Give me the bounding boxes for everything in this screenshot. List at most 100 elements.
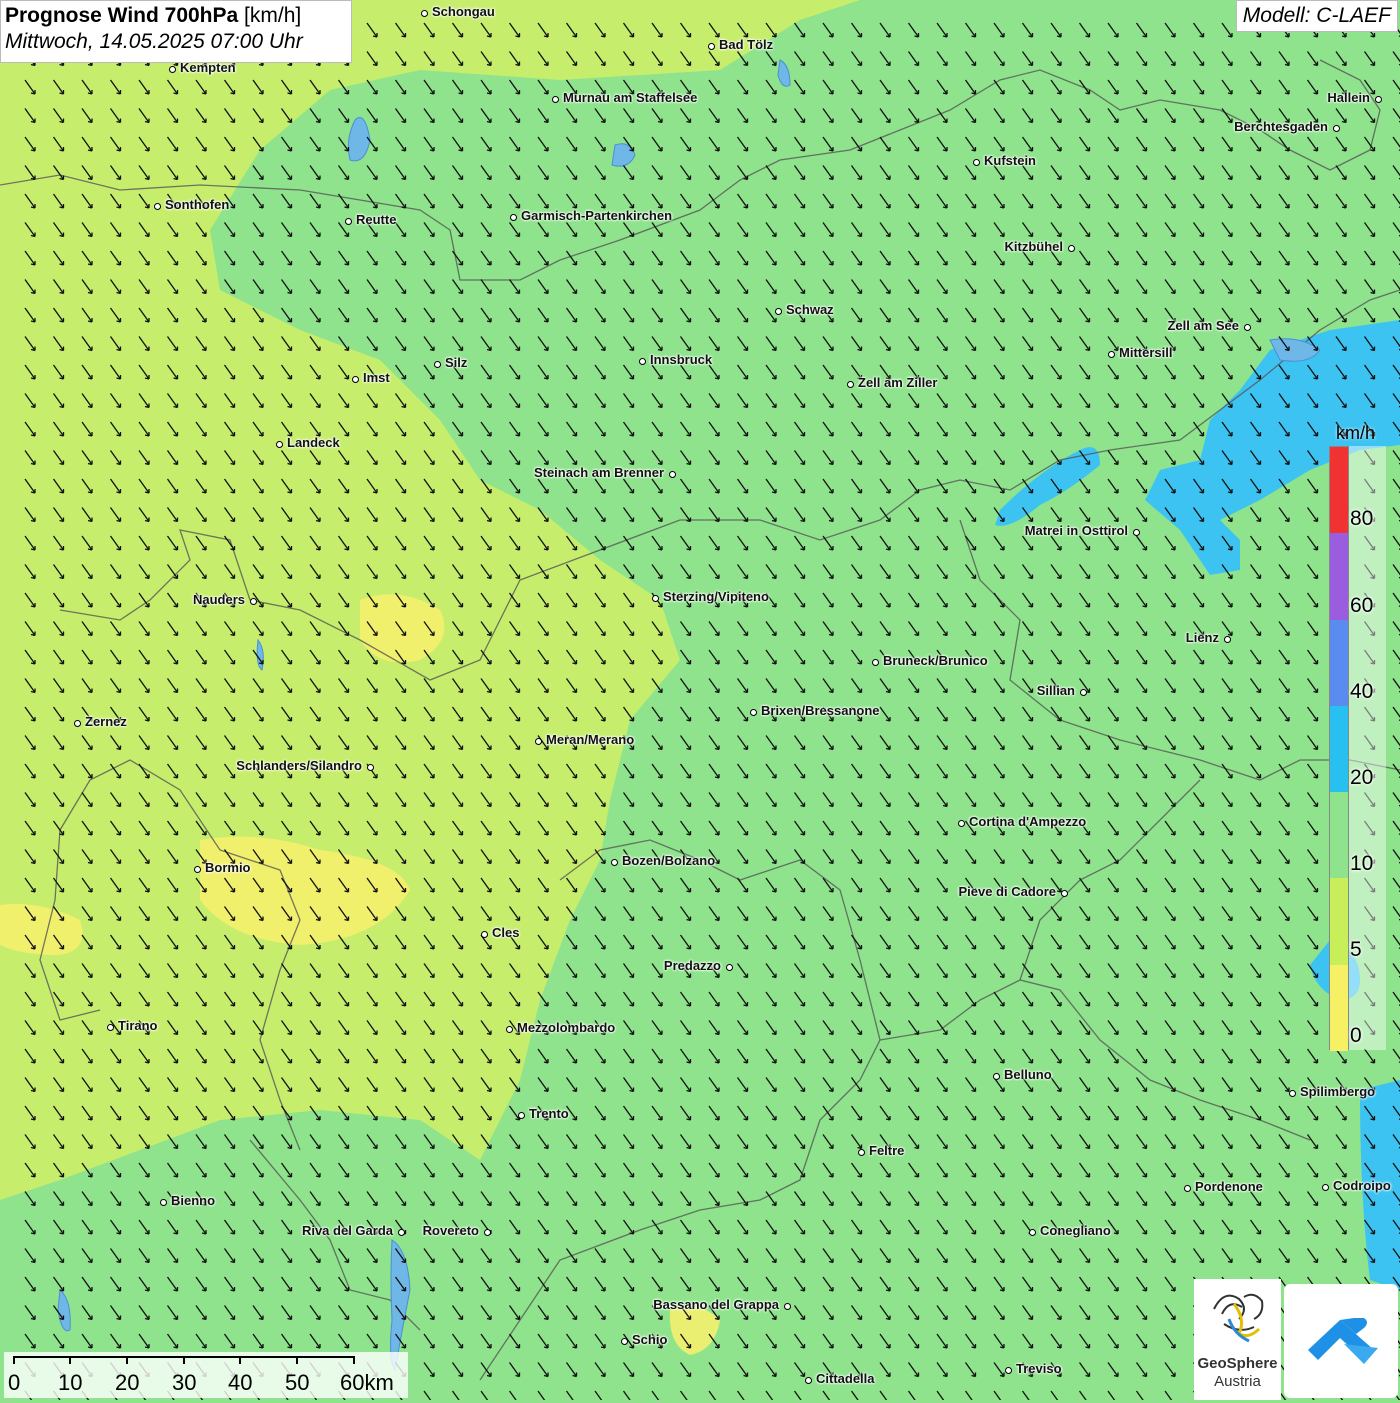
city-label-pordenone: Pordenone bbox=[1195, 1179, 1263, 1194]
city-label-belluno: Belluno bbox=[1004, 1067, 1052, 1082]
city-label-matrei-in-osttirol: Matrei in Osttirol bbox=[1024, 523, 1128, 538]
city-marker-conegliano bbox=[1028, 1228, 1036, 1236]
city-marker-bienno bbox=[159, 1198, 167, 1206]
legend-tick-label: 5 bbox=[1350, 938, 1362, 961]
city-marker-kitzb-hel bbox=[1067, 244, 1075, 252]
city-marker-cortina-d-ampezzo bbox=[957, 819, 965, 827]
city-label-bruneck-brunico: Bruneck/Brunico bbox=[883, 653, 988, 668]
city-marker-belluno bbox=[992, 1072, 1000, 1080]
city-label-mittersill: Mittersill bbox=[1119, 345, 1173, 360]
city-label-murnau-am-staffelsee: Murnau am Staffelsee bbox=[563, 90, 698, 105]
city-label-treviso: Treviso bbox=[1016, 1361, 1062, 1376]
city-label-kempten: Kempten bbox=[180, 60, 236, 75]
city-label-predazzo: Predazzo bbox=[663, 958, 721, 973]
city-label-bassano-del-grappa: Bassano del Grappa bbox=[653, 1297, 779, 1312]
city-marker-codroipo bbox=[1321, 1183, 1329, 1191]
scale-bar-tick bbox=[69, 1356, 71, 1364]
scale-bar-label: 50 bbox=[285, 1370, 310, 1395]
forecast-datetime: Mittwoch, 14.05.2025 07:00 Uhr bbox=[5, 30, 303, 53]
city-label-schlanders-silandro: Schlanders/Silandro bbox=[236, 758, 362, 773]
city-marker-treviso bbox=[1004, 1366, 1012, 1374]
city-marker-bozen-bolzano bbox=[610, 858, 618, 866]
legend-color-segment bbox=[1330, 964, 1348, 1051]
city-marker-bormio bbox=[193, 865, 201, 873]
city-label-bad-t-lz: Bad Tölz bbox=[719, 37, 774, 52]
city-marker-matrei-in-osttirol bbox=[1132, 528, 1140, 536]
city-label-imst: Imst bbox=[363, 370, 390, 385]
city-marker-berchtesgaden bbox=[1332, 124, 1340, 132]
city-label-conegliano: Conegliano bbox=[1040, 1223, 1111, 1238]
austria-logo-text: Austria bbox=[1214, 1373, 1261, 1390]
legend-color-segment bbox=[1330, 619, 1348, 706]
scale-bar-tick bbox=[13, 1356, 15, 1364]
city-marker-kempten bbox=[168, 65, 176, 73]
city-label-berchtesgaden: Berchtesgaden bbox=[1234, 119, 1328, 134]
city-marker-murnau-am-staffelsee bbox=[551, 95, 559, 103]
scale-bar-tick bbox=[296, 1356, 298, 1364]
city-marker-bassano-del-grappa bbox=[783, 1302, 791, 1310]
legend-color-segment bbox=[1330, 792, 1348, 879]
city-marker-pordenone bbox=[1183, 1184, 1191, 1192]
city-marker-riva-del-garda bbox=[397, 1228, 405, 1236]
city-label-garmisch-partenkirchen: Garmisch-Partenkirchen bbox=[521, 208, 673, 223]
weather-app-logo[interactable] bbox=[1284, 1284, 1398, 1398]
city-marker-zell-am-see bbox=[1243, 323, 1251, 331]
city-label-cortina-d-ampezzo: Cortina d'Ampezzo bbox=[969, 814, 1087, 829]
city-label-riva-del-garda: Riva del Garda bbox=[301, 1223, 393, 1238]
city-label-landeck: Landeck bbox=[287, 435, 340, 450]
city-marker-reutte bbox=[344, 217, 352, 225]
city-marker-cles bbox=[480, 930, 488, 938]
city-marker-innsbruck bbox=[638, 357, 646, 365]
legend-color-segment bbox=[1330, 705, 1348, 793]
model-label: Modell: C-LAEF bbox=[1235, 0, 1398, 32]
map-title: Prognose Wind 700hPa [km/h] bbox=[5, 4, 302, 27]
city-marker-sterzing-vipiteno bbox=[651, 594, 659, 602]
geosphere-logo-text: GeoSphere bbox=[1197, 1355, 1278, 1372]
city-label-steinach-am-brenner: Steinach am Brenner bbox=[533, 465, 664, 480]
city-label-silz: Silz bbox=[445, 355, 468, 370]
legend-unit: km/h bbox=[1336, 423, 1376, 443]
city-marker-schio bbox=[620, 1337, 628, 1345]
city-marker-sonthofen bbox=[153, 202, 161, 210]
city-marker-steinach-am-brenner bbox=[668, 470, 676, 478]
app-mountain-icon bbox=[1308, 1318, 1378, 1364]
scale-bar-label: 0 bbox=[8, 1370, 21, 1395]
geosphere-swirl-icon bbox=[1213, 1293, 1264, 1343]
scale-bar-tick bbox=[126, 1356, 128, 1364]
city-label-innsbruck: Innsbruck bbox=[650, 352, 713, 367]
city-label-brixen-bressanone: Brixen/Bressanone bbox=[761, 703, 880, 718]
city-label-kitzb-hel: Kitzbühel bbox=[1004, 239, 1064, 254]
scale-bar-label: 10 bbox=[58, 1370, 83, 1395]
legend-color-segment bbox=[1330, 878, 1348, 965]
legend-tick-label: 60 bbox=[1350, 594, 1374, 617]
scale-bar-label: 20 bbox=[115, 1370, 140, 1395]
city-marker-pieve-di-cadore bbox=[1060, 889, 1068, 897]
city-label-kufstein: Kufstein bbox=[984, 153, 1036, 168]
city-marker-garmisch-partenkirchen bbox=[509, 213, 517, 221]
city-label-mezzolombardo: Mezzolombardo bbox=[517, 1020, 616, 1035]
scale-bar-label: 60km bbox=[340, 1370, 394, 1395]
legend-tick-label: 10 bbox=[1350, 852, 1374, 875]
city-label-sillian: Sillian bbox=[1036, 683, 1075, 698]
city-label-rovereto: Rovereto bbox=[422, 1223, 479, 1238]
city-label-schwaz: Schwaz bbox=[786, 302, 834, 317]
title-box: Prognose Wind 700hPa [km/h] Mittwoch, 14… bbox=[0, 0, 352, 63]
city-marker-meran-merano bbox=[534, 737, 542, 745]
legend-tick-label: 20 bbox=[1350, 766, 1374, 789]
city-marker-tirano bbox=[106, 1023, 114, 1031]
city-label-zernez: Zernez bbox=[85, 714, 127, 729]
legend-tick-label: 0 bbox=[1350, 1024, 1362, 1047]
city-label-codroipo: Codroipo bbox=[1333, 1178, 1391, 1193]
city-marker-schwaz bbox=[774, 307, 782, 315]
city-marker-trento bbox=[517, 1111, 525, 1119]
city-label-bozen-bolzano: Bozen/Bolzano bbox=[622, 853, 716, 868]
city-label-cittadella: Cittadella bbox=[816, 1371, 875, 1386]
geosphere-austria-logo[interactable]: GeoSphere Austria bbox=[1194, 1279, 1281, 1400]
legend-tick-label: 40 bbox=[1350, 680, 1374, 703]
city-marker-bad-t-lz bbox=[707, 42, 715, 50]
city-label-bormio: Bormio bbox=[205, 860, 251, 875]
city-label-schio: Schio bbox=[632, 1332, 668, 1347]
color-legend-bar bbox=[1329, 446, 1349, 1051]
legend-tick-label: 80 bbox=[1350, 507, 1374, 530]
city-label-meran-merano: Meran/Merano bbox=[546, 732, 635, 747]
